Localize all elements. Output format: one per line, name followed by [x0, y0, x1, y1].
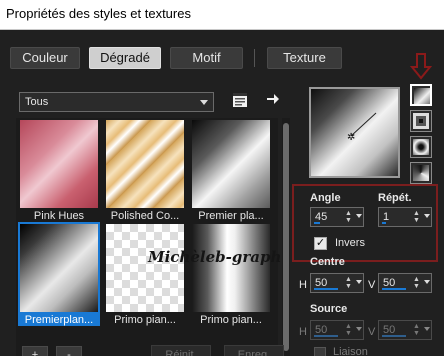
window-title: Propriétés des styles et textures	[6, 6, 191, 21]
category-dropdown[interactable]: Tous	[19, 92, 214, 112]
gallery-scrollbar-thumb[interactable]	[283, 123, 289, 351]
title-bar: Propriétés des styles et textures	[0, 0, 444, 30]
gradient-thumbnail	[106, 224, 184, 312]
repeat-label: Répét.	[378, 192, 412, 204]
style-sunburst-button[interactable]	[410, 136, 432, 158]
arrow-right-icon[interactable]	[266, 92, 280, 106]
chevron-down-icon[interactable]	[356, 327, 362, 331]
source-label: Source	[310, 303, 348, 315]
chevron-down-icon[interactable]	[356, 214, 362, 218]
rectangular-style-icon	[413, 113, 429, 129]
annotation-arrow-icon	[409, 52, 433, 80]
gallery-item-label: Primo pian...	[200, 314, 262, 326]
tab-separator	[254, 49, 255, 67]
chevron-down-icon[interactable]	[356, 280, 362, 284]
center-h-label: H	[299, 279, 307, 291]
gradient-thumbnail	[106, 120, 184, 208]
chevron-down-icon[interactable]	[424, 214, 430, 218]
save-button[interactable]: Enreg.	[224, 345, 284, 356]
gallery-item-primo-piano-2[interactable]: Primo pian...	[190, 222, 272, 326]
link-checkbox[interactable]	[314, 347, 326, 356]
angle-level-bar	[314, 222, 320, 224]
gallery-item-label: Primo pian...	[114, 314, 176, 326]
invert-label: Invers	[335, 237, 365, 249]
style-radial-button[interactable]	[410, 162, 432, 184]
angle-label: Angle	[310, 192, 341, 204]
center-v-spinbox[interactable]: 50 ▲ ▼	[378, 273, 432, 293]
gallery-item-label: Premierplan...	[18, 314, 100, 326]
spin-arrows-icon[interactable]: ▲ ▼	[344, 276, 353, 290]
center-v-label: V	[368, 279, 376, 291]
angle-handle-icon: ✲	[347, 112, 377, 143]
source-h-label: H	[299, 326, 307, 338]
chevron-down-icon[interactable]	[424, 327, 430, 331]
source-v-label: V	[368, 326, 376, 338]
resource-browser-icon[interactable]	[232, 92, 248, 108]
spin-arrows-icon[interactable]: ▲ ▼	[344, 210, 353, 224]
style-rectangular-button[interactable]	[410, 110, 432, 132]
add-button[interactable]: +	[22, 346, 48, 356]
spin-arrows-icon[interactable]: ▲ ▼	[412, 210, 421, 224]
sunburst-style-icon	[413, 139, 429, 155]
style-linear-button[interactable]	[410, 84, 432, 106]
gradient-gallery: Pink Hues Polished Co... Premier pla... …	[16, 118, 278, 356]
gallery-item-label: Premier pla...	[198, 210, 264, 222]
gallery-item-polished-copper[interactable]: Polished Co...	[104, 118, 186, 222]
source-v-spinbox[interactable]: 50 ▲ ▼	[378, 320, 432, 340]
gradient-thumbnail	[192, 120, 270, 208]
center-label: Centre	[310, 256, 345, 268]
svg-text:✲: ✲	[347, 132, 355, 143]
watermark-signature: Michèleb-graph	[148, 248, 282, 266]
remove-button[interactable]: -	[56, 346, 82, 356]
gallery-item-primo-piano-1[interactable]: Primo pian...	[104, 222, 186, 326]
source-v-level-bar	[382, 335, 406, 337]
gradient-preview[interactable]: ✲	[309, 87, 400, 178]
gallery-item-label: Polished Co...	[110, 210, 180, 222]
gradient-thumbnail	[20, 224, 98, 312]
angle-spinbox[interactable]: 45 ▲ ▼	[310, 207, 364, 227]
spin-arrows-icon[interactable]: ▲ ▼	[412, 323, 421, 337]
source-h-spinbox[interactable]: 50 ▲ ▼	[310, 320, 364, 340]
chevron-down-icon[interactable]	[424, 280, 430, 284]
reset-button[interactable]: Réinit.	[151, 345, 211, 356]
linear-style-icon	[414, 88, 430, 104]
gallery-item-premierplan-selected[interactable]: Premierplan...	[18, 222, 100, 326]
radial-style-icon	[413, 165, 429, 181]
category-dropdown-value: Tous	[25, 96, 49, 108]
gallery-item-pink-hues[interactable]: Pink Hues	[18, 118, 100, 222]
gallery-scrollbar[interactable]	[282, 118, 290, 356]
gallery-item-premier-plan[interactable]: Premier pla...	[190, 118, 272, 222]
tab-degrade[interactable]: Dégradé	[89, 47, 161, 69]
gallery-item-label: Pink Hues	[33, 210, 85, 222]
tab-motif[interactable]: Motif	[170, 47, 243, 69]
spin-arrows-icon[interactable]: ▲ ▼	[412, 276, 421, 290]
invert-checkbox[interactable]: ✓	[314, 237, 327, 250]
center-h-level-bar	[314, 288, 338, 290]
source-h-level-bar	[314, 335, 338, 337]
link-label: Liaison	[333, 346, 368, 356]
repeat-spinbox[interactable]: 1 ▲ ▼	[378, 207, 432, 227]
gradient-thumbnail	[20, 120, 98, 208]
tab-couleur[interactable]: Couleur	[10, 47, 80, 69]
spin-arrows-icon[interactable]: ▲ ▼	[344, 323, 353, 337]
center-h-spinbox[interactable]: 50 ▲ ▼	[310, 273, 364, 293]
repeat-level-bar	[382, 222, 386, 224]
chevron-down-icon	[200, 100, 208, 105]
gradient-thumbnail	[192, 224, 270, 312]
center-v-level-bar	[382, 288, 406, 290]
tab-texture[interactable]: Texture	[267, 47, 342, 69]
